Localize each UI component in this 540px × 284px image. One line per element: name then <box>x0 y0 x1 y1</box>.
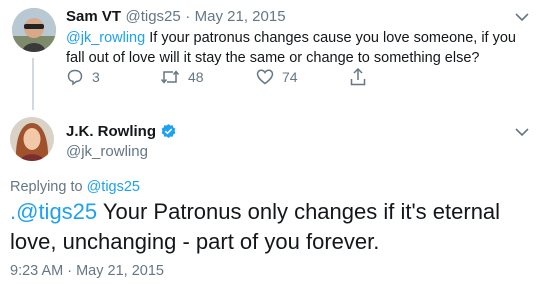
handle[interactable]: @tigs25 <box>125 8 180 25</box>
mention-link[interactable]: @jk_rowling <box>66 30 145 46</box>
reply-tweet-text: @jk_rowling If your patronus changes cau… <box>66 28 526 68</box>
tweet-timestamp[interactable]: 9:23 AM · May 21, 2015 <box>10 263 164 279</box>
replying-to-label: Replying to <box>10 179 83 195</box>
reply-header: Sam VT @tigs25 · May 21, 2015 <box>66 8 286 26</box>
separator: · <box>185 8 191 25</box>
like-action[interactable]: 74 <box>256 68 298 86</box>
share-icon <box>350 67 366 86</box>
chevron-down-icon[interactable] <box>515 127 529 137</box>
mention-link[interactable]: .@tigs25 <box>10 199 97 224</box>
replying-to: Replying to @tigs25 <box>10 179 140 195</box>
retweet-icon <box>160 70 180 84</box>
replying-to-handle[interactable]: @tigs25 <box>87 179 140 195</box>
tweet-date[interactable]: May 21, 2015 <box>195 8 286 25</box>
reply-count: 3 <box>92 69 100 85</box>
display-name[interactable]: Sam VT <box>66 8 121 25</box>
retweet-action[interactable]: 48 <box>160 68 204 86</box>
display-name[interactable]: J.K. Rowling <box>66 123 156 140</box>
chevron-down-icon[interactable] <box>515 12 529 22</box>
heart-icon <box>256 69 274 85</box>
like-count: 74 <box>282 69 298 85</box>
main-tweet-header: J.K. Rowling <box>66 123 177 140</box>
reply-icon <box>67 69 83 86</box>
avatar-jk-rowling[interactable] <box>10 117 54 161</box>
main-tweet-text: .@tigs25 Your Patronus only changes if i… <box>10 197 532 257</box>
thread-line <box>32 58 34 110</box>
verified-badge-icon <box>161 124 176 138</box>
avatar-sam-vt[interactable] <box>12 8 56 52</box>
retweet-count: 48 <box>188 69 204 85</box>
handle[interactable]: @jk_rowling <box>66 143 148 160</box>
reply-action[interactable]: 3 <box>66 68 100 86</box>
share-action[interactable] <box>349 67 367 87</box>
